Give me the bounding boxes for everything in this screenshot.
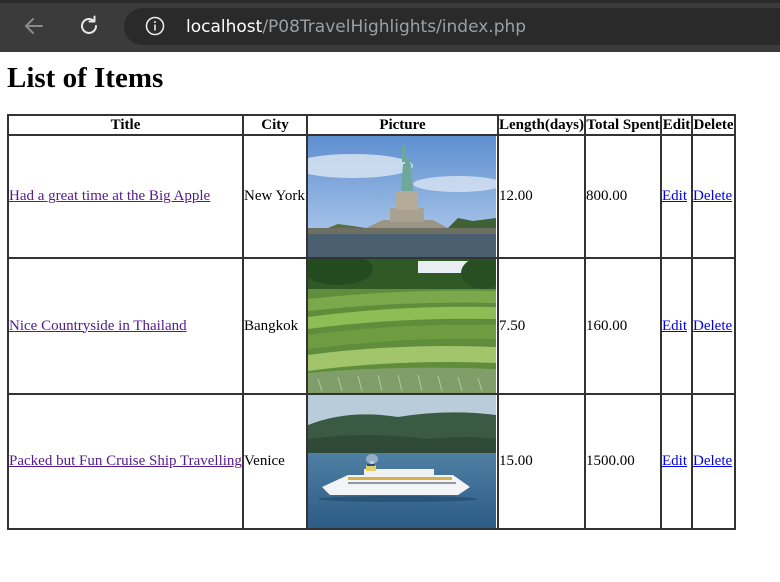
page-title: List of Items: [7, 62, 164, 94]
picture-cell: [307, 394, 498, 529]
delete-link[interactable]: Delete: [693, 188, 732, 204]
delete-cell: Delete: [692, 394, 736, 529]
url-path: /P08TravelHighlights/index.php: [262, 17, 527, 37]
back-arrow-icon: [25, 18, 43, 34]
delete-cell: Delete: [692, 258, 736, 394]
city-cell: Venice: [243, 394, 307, 529]
header-length: Length(days): [498, 115, 586, 135]
length-cell: 15.00: [498, 394, 586, 529]
delete-link[interactable]: Delete: [693, 318, 732, 334]
title-cell: Had a great time at the Big Apple: [8, 135, 243, 258]
table-row: Nice Countryside in Thailand Bangkok 7.5…: [8, 258, 736, 394]
title-cell: Packed but Fun Cruise Ship Travelling: [8, 394, 243, 529]
table-row: Had a great time at the Big Apple New Yo…: [8, 135, 736, 258]
header-edit: Edit: [661, 115, 693, 135]
header-city: City: [243, 115, 307, 135]
title-cell: Nice Countryside in Thailand: [8, 258, 243, 394]
header-title: Title: [8, 115, 243, 135]
picture-cell: [307, 258, 498, 394]
table-row: Packed but Fun Cruise Ship Travelling Ve…: [8, 394, 736, 529]
reload-button[interactable]: [74, 11, 104, 41]
table-header-row: Title City Picture Length(days) Total Sp…: [8, 115, 736, 135]
cruise-ship-photo: [308, 395, 496, 528]
picture-cell: [307, 135, 498, 258]
city-cell: New York: [243, 135, 307, 258]
browser-toolbar: localhost/P08TravelHighlights/index.php: [0, 0, 780, 52]
city-cell: Bangkok: [243, 258, 307, 394]
edit-cell: Edit: [661, 394, 693, 529]
rice-terraces-photo: [308, 259, 496, 393]
delete-link[interactable]: Delete: [693, 453, 732, 469]
length-cell: 12.00: [498, 135, 586, 258]
edit-link[interactable]: Edit: [662, 188, 687, 204]
back-button[interactable]: [19, 11, 49, 41]
item-title-link[interactable]: Packed but Fun Cruise Ship Travelling: [9, 453, 242, 469]
header-picture: Picture: [307, 115, 498, 135]
url-host: localhost: [186, 17, 263, 37]
item-title-link[interactable]: Had a great time at the Big Apple: [9, 188, 210, 204]
edit-link[interactable]: Edit: [662, 318, 687, 334]
edit-cell: Edit: [661, 135, 693, 258]
delete-cell: Delete: [692, 135, 736, 258]
reload-icon: [81, 15, 97, 34]
site-info-icon[interactable]: [145, 16, 165, 36]
item-title-link[interactable]: Nice Countryside in Thailand: [9, 318, 187, 334]
spent-cell: 160.00: [585, 258, 662, 394]
header-delete: Delete: [692, 115, 736, 135]
header-total-spent: Total Spent: [585, 115, 662, 135]
url-text[interactable]: localhost/P08TravelHighlights/index.php: [186, 14, 526, 40]
items-table: Title City Picture Length(days) Total Sp…: [7, 114, 737, 530]
length-cell: 7.50: [498, 258, 586, 394]
statue-of-liberty-photo: [308, 136, 496, 257]
edit-link[interactable]: Edit: [662, 453, 687, 469]
edit-cell: Edit: [661, 258, 693, 394]
tab-strip-edge: [0, 0, 780, 3]
spent-cell: 800.00: [585, 135, 662, 258]
spent-cell: 1500.00: [585, 394, 662, 529]
